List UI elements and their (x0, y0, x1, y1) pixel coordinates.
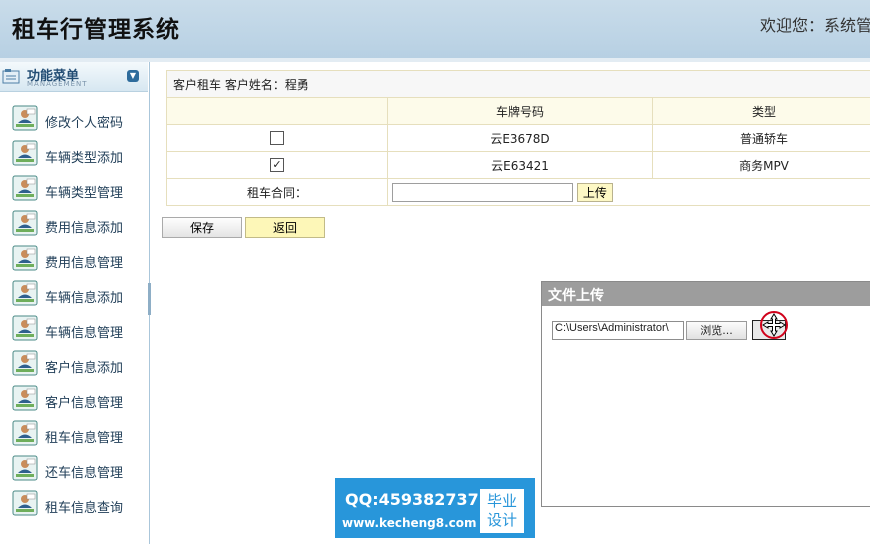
collapse-chevron-icon[interactable]: ▼ (127, 70, 139, 82)
sidebar-item-label: 修改个人密码 (45, 116, 124, 131)
watermark-banner: QQ:459382737 www.kecheng8.com 毕业 设计 (335, 478, 535, 538)
row-select-cell: ✓ (166, 151, 388, 179)
sidebar-item[interactable]: 客户信息管理 (10, 384, 145, 414)
browse-button[interactable]: 浏览... (686, 321, 747, 340)
user-card-icon (12, 315, 38, 341)
type-cell: 商务MPV (652, 151, 870, 179)
sidebar-item[interactable]: 客户信息添加 (10, 349, 145, 379)
move-cursor-icon (760, 311, 788, 339)
file-path-input[interactable]: C:\Users\Administrator\ (552, 321, 684, 340)
upload-button[interactable]: 上传 (576, 182, 613, 202)
badge-line-1: 毕业 (486, 492, 517, 510)
watermark-site: www.kecheng8.com (342, 516, 477, 530)
row-checkbox[interactable]: ✓ (270, 158, 284, 173)
user-card-icon (12, 175, 38, 201)
sidebar-item-label: 车辆类型添加 (45, 151, 124, 166)
sidebar-item-label: 车辆信息管理 (45, 326, 124, 341)
watermark-qq: QQ:459382737 (345, 490, 479, 509)
column-header-type: 类型 (652, 97, 870, 125)
sidebar-subtitle: MANAGEMENT (27, 80, 88, 88)
sidebar: 功能菜单 MANAGEMENT ▼ 修改个人密码 车辆类型添加 车辆类型管理 费用信息… (0, 62, 150, 544)
sidebar-item[interactable]: 还车信息管理 (10, 454, 145, 484)
file-upload-dialog: 文件上传 C:\Users\Administrator\ 浏览... (541, 281, 870, 507)
plate-cell: 云E63421 (387, 151, 653, 179)
user-card-icon (12, 385, 38, 411)
sidebar-item-label: 客户信息管理 (45, 396, 124, 411)
sidebar-splitter-handle[interactable] (148, 283, 151, 315)
back-button[interactable]: 返回 (245, 217, 325, 238)
user-card-icon (12, 245, 38, 271)
table-row: ✓ 云E63421 商务MPV (166, 151, 870, 179)
sidebar-item[interactable]: 修改个人密码 (10, 104, 145, 134)
row-select-cell (166, 124, 388, 152)
sidebar-item[interactable]: 车辆类型添加 (10, 139, 145, 169)
sidebar-item[interactable]: 费用信息管理 (10, 244, 145, 274)
sidebar-item[interactable]: 车辆信息添加 (10, 279, 145, 309)
user-card-icon (12, 280, 38, 306)
user-card-icon (12, 105, 38, 131)
app-title: 租车行管理系统 (12, 16, 180, 43)
select-column-header (166, 97, 388, 125)
sidebar-item[interactable]: 租车信息管理 (10, 419, 145, 449)
row-checkbox[interactable] (270, 131, 284, 146)
plate-cell: 云E3678D (387, 124, 653, 152)
user-card-icon (12, 210, 38, 236)
sidebar-item[interactable]: 车辆信息管理 (10, 314, 145, 344)
save-button[interactable]: 保存 (162, 217, 242, 238)
user-card-icon (12, 490, 38, 516)
sidebar-item-label: 租车信息管理 (45, 431, 124, 446)
sidebar-item[interactable]: 租车信息查询 (10, 489, 145, 519)
user-card-icon (12, 350, 38, 376)
rent-car-form: 客户租车 客户姓名：程勇 车牌号码 类型 云E3678D 普通轿车 ✓ 云E63… (166, 70, 870, 206)
badge-line-2: 设计 (486, 511, 517, 529)
column-header-plate: 车牌号码 (387, 97, 653, 125)
sidebar-item-label: 车辆信息添加 (45, 291, 124, 306)
watermark-badge: 毕业 设计 (480, 489, 524, 533)
form-caption: 客户租车 客户姓名：程勇 (166, 70, 870, 98)
type-cell: 普通轿车 (652, 124, 870, 152)
sidebar-item[interactable]: 车辆类型管理 (10, 174, 145, 204)
menu-folder-icon (2, 69, 20, 84)
contract-field-cell: 上传 (387, 178, 870, 206)
sidebar-item-label: 车辆类型管理 (45, 186, 124, 201)
table-row: 云E3678D 普通轿车 (166, 124, 870, 152)
sidebar-item-label: 客户信息添加 (45, 361, 124, 376)
contract-input[interactable] (392, 182, 573, 202)
user-card-icon (12, 140, 38, 166)
page-header: 租车行管理系统 欢迎您：系统管理员 (0, 0, 870, 58)
sidebar-header: 功能菜单 MANAGEMENT ▼ (0, 62, 148, 92)
sidebar-item-label: 费用信息管理 (45, 256, 124, 271)
sidebar-item-label: 还车信息管理 (45, 466, 124, 481)
sidebar-item-label: 费用信息添加 (45, 221, 124, 236)
user-card-icon (12, 420, 38, 446)
contract-label: 租车合同： (166, 178, 388, 206)
dialog-title: 文件上传 (542, 282, 870, 306)
sidebar-item[interactable]: 费用信息添加 (10, 209, 145, 239)
welcome-text: 欢迎您：系统管理员 (760, 16, 870, 35)
sidebar-item-label: 租车信息查询 (45, 501, 124, 516)
user-card-icon (12, 455, 38, 481)
